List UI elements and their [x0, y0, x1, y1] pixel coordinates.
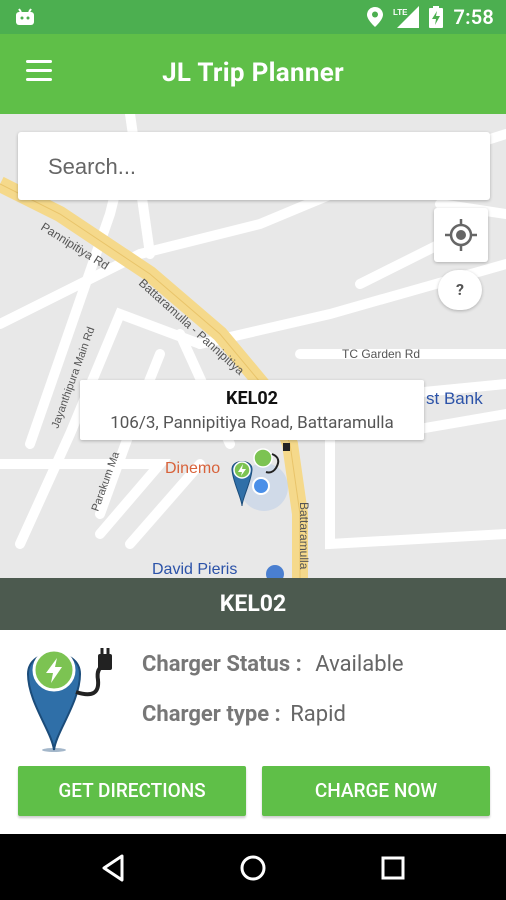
- status-bar: LTE 7:58: [0, 0, 506, 34]
- charger-status-value: Available: [315, 652, 404, 677]
- battery-charging-icon: [429, 6, 444, 28]
- charger-type-row: Charger type : Rapid: [142, 702, 346, 727]
- marker-info-window[interactable]: KEL02 106/3, Pannipitiya Road, Battaramu…: [80, 380, 424, 440]
- road-label-battaramulla-vertical: Battaramulla: [297, 502, 311, 570]
- home-icon[interactable]: [233, 848, 273, 888]
- lte-label: LTE: [393, 8, 408, 17]
- station-name-bar: KEL02: [0, 578, 506, 633]
- charger-pin-icon: [26, 648, 112, 752]
- app-bar: JL Trip Planner: [0, 34, 506, 114]
- android-notification-icon: [16, 8, 34, 25]
- station-details-panel: Charger Status : Available Charger type …: [0, 630, 506, 834]
- app-title: JL Trip Planner: [162, 58, 344, 88]
- charger-type-value: Rapid: [290, 702, 346, 727]
- crosshair-icon: [445, 219, 477, 251]
- clock: 7:58: [453, 5, 494, 29]
- charger-status-row: Charger Status : Available: [142, 652, 404, 677]
- help-button[interactable]: ?: [438, 270, 482, 310]
- charger-type-label: Charger type :: [142, 702, 281, 727]
- poi-label-dinemo: Dinemo: [165, 460, 220, 477]
- my-location-dot: [252, 477, 270, 495]
- back-icon[interactable]: [94, 848, 134, 888]
- road-label-tc-garden: TC Garden Rd: [342, 347, 420, 361]
- search-box: [18, 132, 490, 200]
- system-nav-bar: [0, 834, 506, 900]
- location-icon: [367, 7, 384, 27]
- get-directions-button[interactable]: GET DIRECTIONS: [18, 766, 246, 816]
- poi-label-bank: st Bank: [426, 389, 483, 408]
- recents-icon[interactable]: [373, 848, 413, 888]
- charger-status-label: Charger Status :: [142, 652, 302, 677]
- poi-label-david-pieris: David Pieris: [152, 561, 237, 578]
- charge-now-button[interactable]: CHARGE NOW: [262, 766, 490, 816]
- info-window-address: 106/3, Pannipitiya Road, Battaramulla: [110, 413, 394, 433]
- my-location-button[interactable]: [434, 208, 488, 262]
- search-input[interactable]: [46, 146, 470, 188]
- info-window-title: KEL02: [226, 388, 278, 409]
- lte-signal-icon: LTE: [393, 6, 420, 28]
